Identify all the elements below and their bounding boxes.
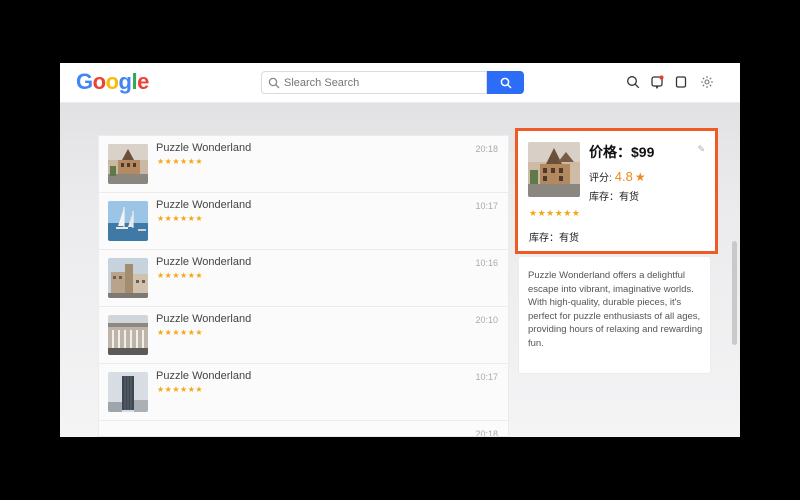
- item-time: 10:17: [475, 201, 498, 211]
- item-time: 20:18: [475, 429, 498, 437]
- item-title: Puzzle Wonderland: [156, 313, 252, 325]
- item-title: Puzzle Wonderland: [156, 370, 252, 382]
- logo-letter: e: [137, 69, 149, 94]
- product-thumbnail: [108, 144, 148, 184]
- list-item[interactable]: 20:18: [99, 421, 508, 437]
- product-description: Puzzle Wonderland offers a delightful es…: [528, 270, 703, 349]
- product-thumbnail: [108, 201, 148, 241]
- settings-icon[interactable]: [700, 75, 714, 89]
- star-rating: ★★★★★★: [157, 385, 204, 394]
- list-item[interactable]: Puzzle Wonderland ★★★★★★ 10:16: [99, 250, 508, 307]
- logo-letter: o: [105, 69, 119, 94]
- star-icon: ★: [634, 169, 646, 184]
- product-image: [528, 142, 580, 197]
- header-bar: Google: [60, 63, 740, 103]
- item-title: Puzzle Wonderland: [156, 256, 252, 268]
- search-input[interactable]: [284, 74, 480, 92]
- browser-window: Google Slearch Search Puzzle Wonderland …: [60, 63, 740, 437]
- edit-icon[interactable]: ✎: [697, 144, 705, 155]
- star-rating: ★★★★★★: [157, 157, 204, 166]
- list-item[interactable]: Puzzle Wonderland ★★★★★★ 20:18: [99, 136, 508, 193]
- product-price: 价格：$99: [589, 144, 655, 160]
- stock-status: 库存：有货: [589, 192, 639, 203]
- bookmark-icon[interactable]: [674, 75, 688, 89]
- stock-status: 库存：有货: [529, 233, 579, 244]
- result-list: Puzzle Wonderland ★★★★★★ 20:18 Puzzle Wo…: [98, 135, 509, 437]
- product-rating: 评分: 4.8 ★: [589, 169, 646, 184]
- logo-letter: o: [92, 69, 106, 94]
- notification-icon[interactable]: [650, 75, 664, 89]
- search-icon: [500, 77, 512, 89]
- product-thumbnail: [108, 315, 148, 355]
- scrollbar[interactable]: [732, 241, 737, 345]
- list-item[interactable]: Puzzle Wonderland ★★★★★★ 10:17: [99, 364, 508, 421]
- google-logo[interactable]: Google: [76, 69, 149, 95]
- logo-letter: G: [76, 69, 93, 94]
- item-time: 20:10: [475, 315, 498, 325]
- search-bar[interactable]: [261, 71, 487, 94]
- rating-label: 评分:: [589, 173, 612, 184]
- item-time: 10:17: [475, 372, 498, 382]
- star-rating: ★★★★★★: [157, 271, 204, 280]
- product-description-card: Puzzle Wonderland offers a delightful es…: [518, 256, 711, 374]
- star-rating: ★★★★★★: [157, 328, 204, 337]
- star-rating: ★★★★★★: [157, 214, 204, 223]
- star-rating: ★★★★★★: [529, 208, 581, 218]
- item-title: Puzzle Wonderland: [156, 199, 252, 211]
- search-icon[interactable]: [626, 75, 640, 89]
- product-detail-card[interactable]: 价格：$99 ✎ 评分: 4.8 ★ 库存：有货 ★★★★★★ 库存：有货: [515, 128, 718, 254]
- rating-value: 4.8: [614, 169, 633, 184]
- item-time: 20:18: [475, 144, 498, 154]
- list-item[interactable]: Puzzle Wonderland ★★★★★★ 10:17: [99, 193, 508, 250]
- item-time: 10:16: [475, 258, 498, 268]
- list-item[interactable]: Puzzle Wonderland ★★★★★★ 20:10: [99, 307, 508, 364]
- logo-letter: g: [118, 69, 132, 94]
- search-icon: [268, 77, 280, 89]
- item-title: Puzzle Wonderland: [156, 142, 252, 154]
- product-thumbnail: [108, 258, 148, 298]
- search-button[interactable]: [487, 71, 524, 94]
- product-thumbnail: [108, 372, 148, 412]
